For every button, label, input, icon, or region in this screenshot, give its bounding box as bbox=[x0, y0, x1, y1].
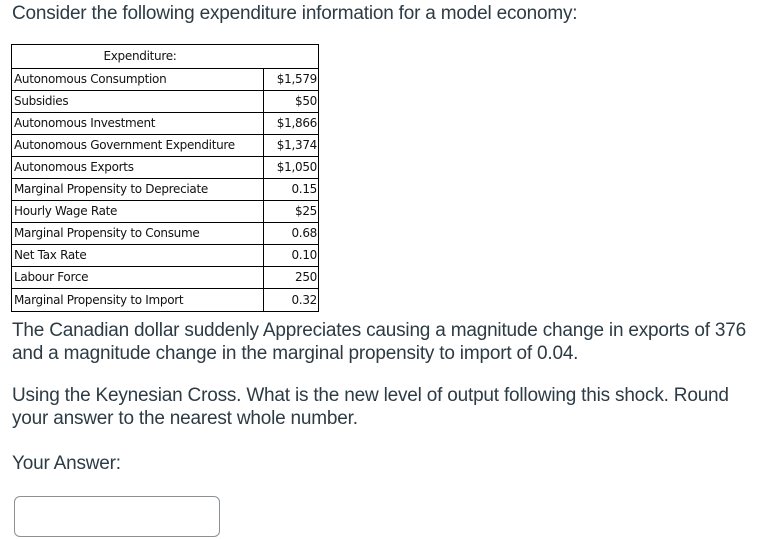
row-label: Labour Force bbox=[10, 266, 265, 289]
table-header-row: Expenditure: bbox=[11, 44, 319, 69]
row-value: 0.68 bbox=[263, 222, 319, 245]
table-row: Subsidies $50 bbox=[10, 90, 319, 113]
row-label: Autonomous Investment bbox=[10, 112, 265, 135]
table-row: Hourly Wage Rate $25 bbox=[10, 200, 319, 223]
table-row: Marginal Propensity to Depreciate 0.15 bbox=[10, 178, 319, 201]
table-row: Net Tax Rate 0.10 bbox=[10, 244, 319, 267]
row-value: $1,579 bbox=[263, 68, 319, 91]
row-label: Autonomous Exports bbox=[10, 156, 265, 179]
row-value: $50 bbox=[263, 90, 319, 113]
row-label: Marginal Propensity to Consume bbox=[10, 222, 265, 245]
row-label: Marginal Propensity to Import bbox=[10, 288, 265, 312]
answer-label: Your Answer: bbox=[12, 453, 121, 474]
table-row: Labour Force 250 bbox=[10, 266, 319, 289]
row-label: Marginal Propensity to Depreciate bbox=[10, 178, 265, 201]
table-row: Autonomous Government Expenditure $1,374 bbox=[10, 134, 319, 157]
row-value: $25 bbox=[263, 200, 319, 223]
row-label: Net Tax Rate bbox=[10, 244, 265, 267]
shock-description: The Canadian dollar suddenly Appreciates… bbox=[12, 320, 747, 364]
row-value: 0.15 bbox=[263, 178, 319, 201]
question-intro: Consider the following expenditure infor… bbox=[12, 3, 578, 24]
row-label: Hourly Wage Rate bbox=[10, 200, 265, 223]
table-row: Autonomous Exports $1,050 bbox=[10, 156, 319, 179]
table-row: Marginal Propensity to Consume 0.68 bbox=[10, 222, 319, 245]
row-label: Subsidies bbox=[10, 90, 265, 113]
row-label: Autonomous Government Expenditure bbox=[10, 134, 265, 157]
row-value: $1,050 bbox=[263, 156, 319, 179]
row-value: 0.10 bbox=[263, 244, 319, 267]
row-label: Autonomous Consumption bbox=[10, 68, 265, 91]
row-value: 250 bbox=[263, 266, 319, 289]
table-header: Expenditure: bbox=[11, 44, 319, 69]
question-prompt: Using the Keynesian Cross. What is the n… bbox=[12, 385, 729, 429]
table-row: Marginal Propensity to Import 0.32 bbox=[10, 288, 319, 312]
row-value: $1,866 bbox=[263, 112, 319, 135]
expenditure-table: Expenditure: Autonomous Consumption $1,5… bbox=[10, 44, 319, 312]
table-row: Autonomous Consumption $1,579 bbox=[10, 68, 319, 91]
table-row: Autonomous Investment $1,866 bbox=[10, 112, 319, 135]
row-value: $1,374 bbox=[263, 134, 319, 157]
row-value: 0.32 bbox=[263, 288, 319, 312]
answer-input[interactable] bbox=[14, 496, 220, 537]
